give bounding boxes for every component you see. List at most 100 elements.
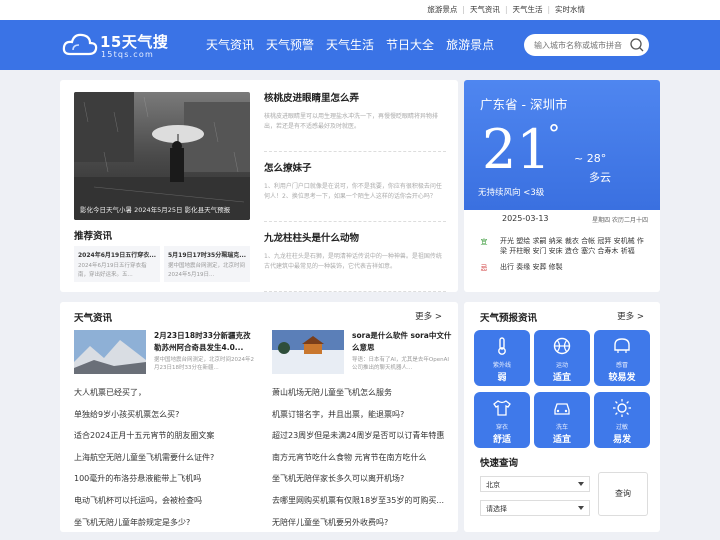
ji-text: 出行 奏缘 安葬 修製 xyxy=(500,263,563,271)
feature-image[interactable]: 影化今日天气小暑 2024年5月25日 影化县天气预报 xyxy=(74,92,250,220)
index-tile-allergy[interactable]: 过敏 易发 xyxy=(594,392,650,448)
mountain-photo xyxy=(74,330,146,374)
article-title: 怎么撩妹子 xyxy=(264,163,312,174)
current-weather-panel: 广东省 - 深圳市 21 ° ~ 28° 多云 无持续风向 <3级 2025-0… xyxy=(464,80,660,292)
tile-value: 适宜 xyxy=(552,373,571,383)
sun-icon xyxy=(613,399,631,417)
weather-condition: 多云 xyxy=(589,171,611,184)
news-link[interactable]: 大人机票已经买了， xyxy=(74,387,254,409)
yi-icon: 宜 xyxy=(480,238,488,246)
news-link[interactable]: 南方元宵节吃什么食物 元宵节在南方吃什么 xyxy=(272,452,452,474)
toplink-travel[interactable]: 旅游景点 xyxy=(427,5,457,14)
quick-query-title: 快速查询 xyxy=(480,458,519,469)
index-tile-sport[interactable]: 运动 适宜 xyxy=(534,330,590,386)
news-link[interactable]: 去哪里网购买机票有仅限18岁至35岁的可购买... xyxy=(272,495,452,517)
divider: | xyxy=(547,5,550,14)
site-header: 15天气搜 15tqs.com 天气资讯 天气预警 天气生活 节日大全 旅游景点 xyxy=(0,20,720,70)
recommend-item[interactable]: 2024年6月19日五行穿衣... 2024年6月19日五行穿衣指南，穿出好运来… xyxy=(74,246,160,282)
news-feature-title: 2月23日18时33分新疆克孜勒苏州阿合奇县发生4.0... xyxy=(154,331,251,352)
tile-label: 洗车 xyxy=(555,424,568,431)
article-desc: 1、九龙柱柱头是石狮，是明清神话传说中的一种神兽。是祖国传统古代建筑中最常见的一… xyxy=(264,253,442,270)
weather-news-panel: 天气资讯 更多 > 2月23日18时33分新疆克孜勒苏州阿合奇县发生4.0...… xyxy=(60,302,458,532)
degree-symbol: ° xyxy=(548,120,560,148)
chevron-down-icon xyxy=(578,506,584,510)
article-item[interactable]: 核桃皮进眼睛里怎么弄 核桃皮进眼睛里可以用生理盐水冲洗一下，再慢慢眨眼睛将异物排… xyxy=(264,90,446,152)
tile-label: 感冒 xyxy=(615,362,628,369)
rainy-street-photo xyxy=(74,92,250,220)
featured-articles-panel: 影化今日天气小暑 2024年5月25日 影化县天气预报 推荐资讯 2024年6月… xyxy=(60,80,458,292)
news-link[interactable]: 单独给9岁小孩买机票怎么买? xyxy=(74,409,254,431)
search-icon[interactable] xyxy=(629,37,645,53)
forecast-more-link[interactable]: 更多 > xyxy=(617,310,644,322)
thermometer-icon xyxy=(498,337,506,355)
news-feature-item[interactable]: sora是什么软件 sora中文什么意思 导语：日本有了AI，尤其是去年Open… xyxy=(272,330,452,374)
tile-value: 弱 xyxy=(497,373,507,383)
city-select[interactable]: 请选择 xyxy=(480,500,590,516)
recommend-title: 推荐资讯 xyxy=(74,231,113,242)
nav-holidays[interactable]: 节日大全 xyxy=(386,36,434,53)
news-link[interactable]: 适合2024正月十五元宵节的朋友圈文案 xyxy=(74,430,254,452)
feature-caption: 影化今日天气小暑 2024年5月25日 影化县天气预报 xyxy=(80,206,231,214)
tile-label: 穿衣 xyxy=(495,424,508,431)
recommend-item[interactable]: 5月19日17时35分珮瑞克... 据中国地震台网测定，北京时间2024年5月1… xyxy=(164,246,250,282)
divider: | xyxy=(504,5,508,14)
cold-icon xyxy=(614,338,630,353)
current-temperature: 21 xyxy=(482,118,551,181)
news-link[interactable]: 萧山机场无陪儿童坐飞机怎么服务 xyxy=(272,387,452,409)
cloud-logo-icon xyxy=(62,33,98,56)
basketball-icon xyxy=(553,337,571,355)
logo-title: 15天气搜 xyxy=(100,33,169,51)
news-list-left: 大人机票已经买了， 单独给9岁小孩买机票怎么买? 适合2024正月十五元宵节的朋… xyxy=(74,387,254,538)
winter-landscape-photo xyxy=(272,330,344,374)
tile-label: 紫外线 xyxy=(492,362,511,369)
query-button[interactable]: 查询 xyxy=(598,472,648,516)
index-tile-uv[interactable]: 紫外线 弱 xyxy=(474,330,530,386)
news-feature-item[interactable]: 2月23日18时33分新疆克孜勒苏州阿合奇县发生4.0... 据中国地震台网测定… xyxy=(74,330,254,374)
news-link[interactable]: 机票订错名字，并且出票，能退票吗? xyxy=(272,409,452,431)
high-temperature: ~ 28° xyxy=(574,152,607,165)
lunar-date: 星期四 农历二月十四 xyxy=(592,217,648,224)
logo-domain: 15tqs.com xyxy=(101,50,154,59)
news-link[interactable]: 超过23周岁但是未满24周岁是否可以订青年特惠 xyxy=(272,430,452,452)
index-tile-dress[interactable]: 穿衣 舒适 xyxy=(474,392,530,448)
ji-icon: 忌 xyxy=(480,264,488,272)
article-title: 核桃皮进眼睛里怎么弄 xyxy=(264,93,360,104)
toplink-weather-news[interactable]: 天气资讯 xyxy=(470,5,500,14)
forecast-panel: 天气预报资讯 更多 > 紫外线 弱 运动 适宜 感冒 较易发 穿衣 舒适 洗车 … xyxy=(464,302,660,532)
search-input[interactable] xyxy=(534,38,626,52)
article-desc: 1、利用户门户口就像是在说可，你不是我要，你应有很积极去问任何人！2、换位思考一… xyxy=(264,183,442,200)
toplink-water[interactable]: 实时水情 xyxy=(555,5,585,14)
news-feature-title: sora是什么软件 sora中文什么意思 xyxy=(352,331,452,352)
article-title: 九龙柱柱头是什么动物 xyxy=(264,233,360,244)
news-link[interactable]: 电动飞机杯可以托运吗，会被检查吗 xyxy=(74,495,254,517)
main-nav: 天气资讯 天气预警 天气生活 节日大全 旅游景点 xyxy=(206,36,494,53)
nav-weather-news[interactable]: 天气资讯 xyxy=(206,36,254,53)
news-more-link[interactable]: 更多 > xyxy=(415,310,442,322)
news-link[interactable]: 100毫升的布洛芬悬液能带上飞机吗 xyxy=(74,473,254,495)
news-feature-image xyxy=(74,330,146,374)
car-icon xyxy=(554,403,570,415)
recommend-item-title: 2024年6月19日五行穿衣... xyxy=(78,252,157,259)
article-list: 核桃皮进眼睛里怎么弄 核桃皮进眼睛里可以用生理盐水冲洗一下，再慢慢眨眼睛将异物排… xyxy=(264,90,446,300)
news-link[interactable]: 坐飞机无陪伴家长多久可以离开机场? xyxy=(272,473,452,495)
weather-city[interactable]: 广东省 - 深圳市 xyxy=(480,94,567,113)
news-list-right: 萧山机场无陪儿童坐飞机怎么服务 机票订错名字，并且出票，能退票吗? 超过23周岁… xyxy=(272,387,452,538)
province-select[interactable]: 北京 xyxy=(480,476,590,492)
tile-value: 较易发 xyxy=(608,373,636,383)
news-link[interactable]: 无陪伴儿童坐飞机要另外收费吗? xyxy=(272,517,452,539)
nav-travel[interactable]: 旅游景点 xyxy=(446,36,494,53)
nav-weather-life[interactable]: 天气生活 xyxy=(326,36,374,53)
tile-label: 过敏 xyxy=(615,424,628,431)
news-link[interactable]: 上海航空无陪儿童坐飞机需要什么证件? xyxy=(74,452,254,474)
index-tile-carwash[interactable]: 洗车 适宜 xyxy=(534,392,590,448)
top-strip: 旅游景点 | 天气资讯 | 天气生活 | 实时水情 xyxy=(0,0,720,20)
toplink-weather-life[interactable]: 天气生活 xyxy=(512,5,542,14)
news-link[interactable]: 坐飞机无陪儿童年龄规定是多少? xyxy=(74,517,254,539)
almanac-ji: 忌 出行 奏缘 安葬 修製 xyxy=(478,262,650,272)
site-logo[interactable]: 15天气搜 15tqs.com xyxy=(62,30,172,62)
nav-weather-warning[interactable]: 天气预警 xyxy=(266,36,314,53)
index-tile-cold[interactable]: 感冒 较易发 xyxy=(594,330,650,386)
article-item[interactable]: 九龙柱柱头是什么动物 1、九龙柱柱头是石狮，是明清神话传说中的一种神兽。是祖国传… xyxy=(264,230,446,292)
wind-info: 无持续风向 <3级 xyxy=(478,188,545,198)
article-item[interactable]: 怎么撩妹子 1、利用户门户口就像是在说可，你不是我要，你应有很积极去问任何人！2… xyxy=(264,160,446,222)
